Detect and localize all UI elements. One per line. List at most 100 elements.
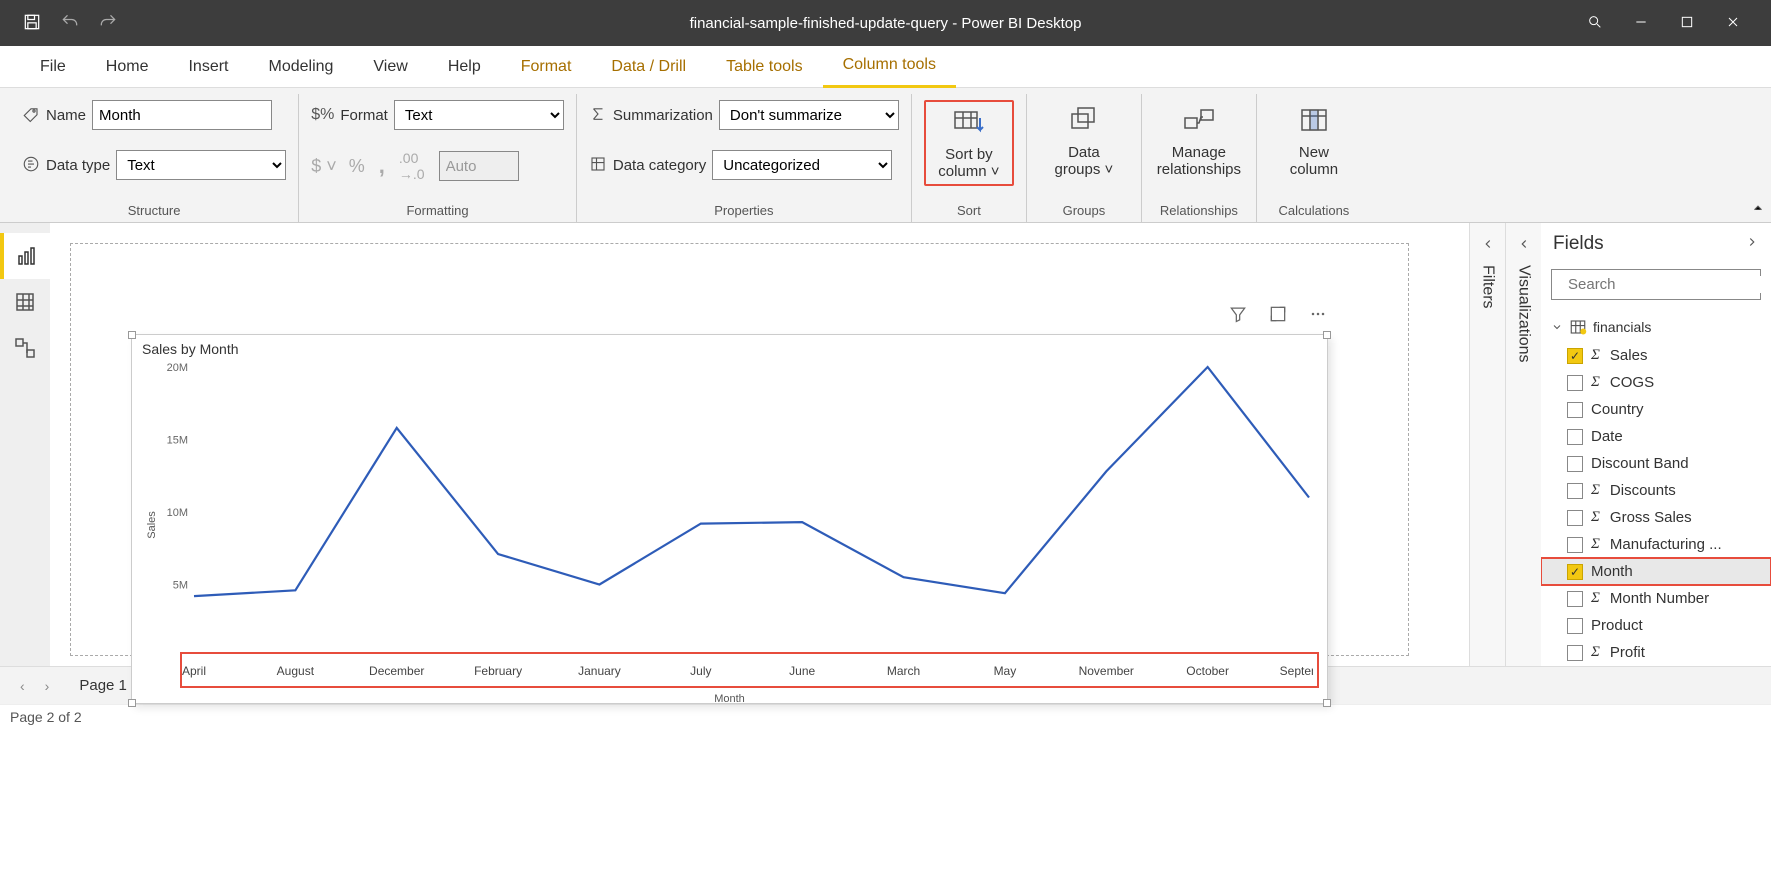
checkbox[interactable]: [1567, 537, 1583, 553]
sigma-icon: [589, 105, 607, 126]
checkbox[interactable]: [1567, 402, 1583, 418]
filter-icon[interactable]: [1228, 304, 1248, 327]
checkbox[interactable]: [1567, 591, 1583, 607]
group-formatting-label: Formatting: [311, 199, 564, 222]
format-icon: $%: [311, 106, 334, 124]
field-item-discounts[interactable]: Σ Discounts: [1541, 477, 1771, 504]
group-sort-label: Sort: [924, 199, 1014, 222]
menu-file[interactable]: File: [20, 46, 86, 88]
decimals-input: [439, 151, 519, 181]
search-input[interactable]: [1568, 276, 1767, 293]
checkbox[interactable]: [1567, 618, 1583, 634]
redo-icon[interactable]: [98, 12, 118, 35]
next-page-icon[interactable]: ›: [35, 678, 60, 694]
selection-handle[interactable]: [128, 699, 136, 707]
menu-modeling[interactable]: Modeling: [248, 46, 353, 88]
x-axis-highlight: [180, 652, 1319, 688]
field-label: Sales: [1610, 347, 1648, 364]
menu-home[interactable]: Home: [86, 46, 169, 88]
manage-relationships-button[interactable]: Manage relationships: [1154, 100, 1244, 178]
menu-bar: File Home Insert Modeling View Help Form…: [0, 46, 1771, 88]
menu-datadrill[interactable]: Data / Drill: [591, 46, 706, 88]
checkbox[interactable]: [1567, 645, 1583, 661]
more-icon[interactable]: [1308, 304, 1328, 327]
field-item-cogs[interactable]: Σ COGS: [1541, 369, 1771, 396]
datatype-label: Data type: [46, 157, 110, 174]
field-item-month-number[interactable]: Σ Month Number: [1541, 585, 1771, 612]
field-item-gross-sales[interactable]: ΣGross Sales: [1541, 504, 1771, 531]
checkbox[interactable]: [1567, 483, 1583, 499]
field-item-product[interactable]: Product: [1541, 612, 1771, 639]
chart-visual[interactable]: Sales by Month 5M10M15M20MAprilAugustDec…: [131, 334, 1328, 704]
menu-insert[interactable]: Insert: [168, 46, 248, 88]
maximize-icon[interactable]: [1679, 14, 1695, 33]
decimal-icon: .00→.0: [399, 150, 425, 182]
menu-columntools[interactable]: Column tools: [823, 46, 956, 88]
title-bar: financial-sample-finished-update-query -…: [0, 0, 1771, 46]
field-item-discount-band[interactable]: Discount Band: [1541, 450, 1771, 477]
checkbox[interactable]: [1567, 510, 1583, 526]
table-node-financials[interactable]: financials: [1541, 312, 1771, 342]
sort-by-column-button[interactable]: Sort by column ˅: [924, 100, 1014, 186]
datatype-select[interactable]: Text: [116, 150, 286, 180]
summarization-select[interactable]: Don't summarize: [719, 100, 899, 130]
selection-handle[interactable]: [1323, 699, 1331, 707]
model-view-icon[interactable]: [0, 325, 50, 371]
chevron-down-icon: [1551, 321, 1563, 333]
sigma-icon: Σ: [1591, 482, 1600, 499]
field-label: Product: [1591, 617, 1643, 634]
focus-icon[interactable]: [1268, 304, 1288, 327]
field-label: Month: [1591, 563, 1633, 580]
ribbon-collapse-icon[interactable]: [1751, 201, 1765, 218]
field-label: Profit: [1610, 644, 1645, 661]
search-icon[interactable]: [1587, 14, 1603, 33]
selection-handle[interactable]: [128, 331, 136, 339]
menu-tabletools[interactable]: Table tools: [706, 46, 823, 88]
checkbox[interactable]: ✓: [1567, 348, 1583, 364]
menu-format[interactable]: Format: [501, 46, 592, 88]
data-groups-button[interactable]: Data groups ˅: [1039, 100, 1129, 178]
data-view-icon[interactable]: [0, 279, 50, 325]
checkbox[interactable]: ✓: [1567, 564, 1583, 580]
field-label: Month Number: [1610, 590, 1709, 607]
sigma-icon: Σ: [1591, 374, 1600, 391]
name-input[interactable]: [92, 100, 272, 130]
menu-view[interactable]: View: [353, 46, 427, 88]
visualizations-panel-collapsed[interactable]: Visualizations: [1505, 223, 1541, 666]
close-icon[interactable]: [1725, 14, 1741, 33]
field-item-profit[interactable]: ΣProfit: [1541, 639, 1771, 666]
checkbox[interactable]: [1567, 429, 1583, 445]
field-label: COGS: [1610, 374, 1654, 391]
datatype-icon: [22, 155, 40, 176]
field-item-manufacturing-[interactable]: ΣManufacturing ...: [1541, 531, 1771, 558]
field-item-sales[interactable]: ✓ΣSales: [1541, 342, 1771, 369]
chart-plot-area: 5M10M15M20MAprilAugustDecemberFebruaryJa…: [164, 363, 1313, 693]
group-calculations-label: Calculations: [1269, 199, 1359, 222]
new-column-button[interactable]: New column: [1269, 100, 1359, 178]
selection-handle[interactable]: [1323, 331, 1331, 339]
format-select[interactable]: Text: [394, 100, 564, 130]
checkbox[interactable]: [1567, 456, 1583, 472]
minimize-icon[interactable]: [1633, 14, 1649, 33]
report-view-icon[interactable]: [0, 233, 50, 279]
field-item-month[interactable]: ✓ Month: [1541, 558, 1771, 585]
search-box[interactable]: [1551, 269, 1761, 300]
status-bar: Page 2 of 2: [0, 704, 1771, 732]
field-label: Discounts: [1610, 482, 1676, 499]
sigma-icon: Σ: [1591, 590, 1600, 607]
undo-icon[interactable]: [60, 12, 80, 35]
group-structure-label: Structure: [22, 199, 286, 222]
report-canvas[interactable]: Sales by Month 5M10M15M20MAprilAugustDec…: [50, 223, 1469, 666]
save-icon[interactable]: [22, 12, 42, 35]
prev-page-icon[interactable]: ‹: [10, 678, 35, 694]
field-item-date[interactable]: Date: [1541, 423, 1771, 450]
menu-help[interactable]: Help: [428, 46, 501, 88]
fields-header-label: Fields: [1553, 233, 1604, 255]
checkbox[interactable]: [1567, 375, 1583, 391]
chevron-right-icon[interactable]: [1745, 233, 1759, 255]
visualizations-label: Visualizations: [1511, 261, 1537, 367]
filters-panel-collapsed[interactable]: Filters: [1469, 223, 1505, 666]
datacategory-select[interactable]: Uncategorized: [712, 150, 892, 180]
field-item-country[interactable]: Country: [1541, 396, 1771, 423]
table-icon: [1569, 318, 1587, 336]
